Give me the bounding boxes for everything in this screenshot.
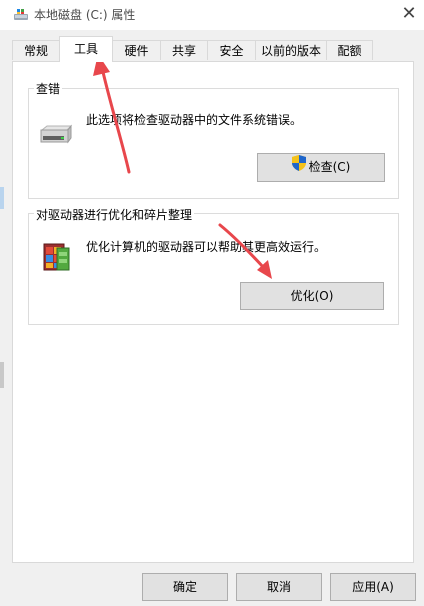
tab-label: 安全: [219, 44, 244, 58]
tab-general[interactable]: 常规: [12, 40, 60, 60]
tab-strip: 常规 工具 硬件 共享 安全 以前的版本 配额: [12, 36, 412, 62]
uac-shield-icon: [291, 154, 306, 181]
ok-button-label: 确定: [172, 580, 197, 594]
close-icon: ✕: [401, 3, 417, 24]
tab-label: 常规: [23, 44, 48, 58]
tab-previous-versions[interactable]: 以前的版本: [255, 40, 327, 60]
tab-hardware[interactable]: 硬件: [112, 40, 161, 60]
tab-quota[interactable]: 配额: [326, 40, 373, 60]
check-button-label: 检查(C): [308, 160, 351, 174]
error-checking-title: 查错: [34, 80, 63, 97]
tab-tools[interactable]: 工具: [59, 36, 113, 62]
optimize-title: 对驱动器进行优化和碎片整理: [34, 206, 195, 223]
optimize-button[interactable]: 优化(O): [240, 282, 384, 310]
optimize-button-label: 优化(O): [290, 289, 334, 303]
tab-label: 共享: [171, 44, 196, 58]
tab-label: 工具: [73, 42, 98, 56]
error-checking-description: 此选项将检查驱动器中的文件系统错误。: [86, 113, 303, 127]
tab-label: 硬件: [124, 44, 149, 58]
background-window-edge: [0, 187, 4, 209]
tab-security[interactable]: 安全: [207, 40, 256, 60]
tab-label: 以前的版本: [260, 44, 321, 58]
ok-button[interactable]: 确定: [142, 573, 228, 601]
check-button[interactable]: 检查(C): [257, 153, 385, 182]
title-bar: 本地磁盘 (C:) 属性 ✕: [0, 0, 424, 30]
tab-sharing[interactable]: 共享: [160, 40, 208, 60]
defrag-icon: [41, 238, 71, 275]
apply-button[interactable]: 应用(A): [330, 573, 416, 601]
window-title: 本地磁盘 (C:) 属性: [34, 8, 136, 22]
error-checking-group: [28, 88, 399, 199]
optimize-description: 优化计算机的驱动器可以帮助其更高效运行。: [86, 240, 327, 254]
background-window-edge: [0, 362, 4, 388]
close-button[interactable]: ✕: [396, 2, 422, 26]
cancel-button-label: 取消: [266, 580, 291, 594]
apply-button-label: 应用(A): [352, 580, 394, 594]
tab-label: 配额: [337, 44, 362, 58]
drive-properties-icon: [13, 8, 29, 22]
cancel-button[interactable]: 取消: [236, 573, 322, 601]
drive-icon: [39, 124, 73, 149]
